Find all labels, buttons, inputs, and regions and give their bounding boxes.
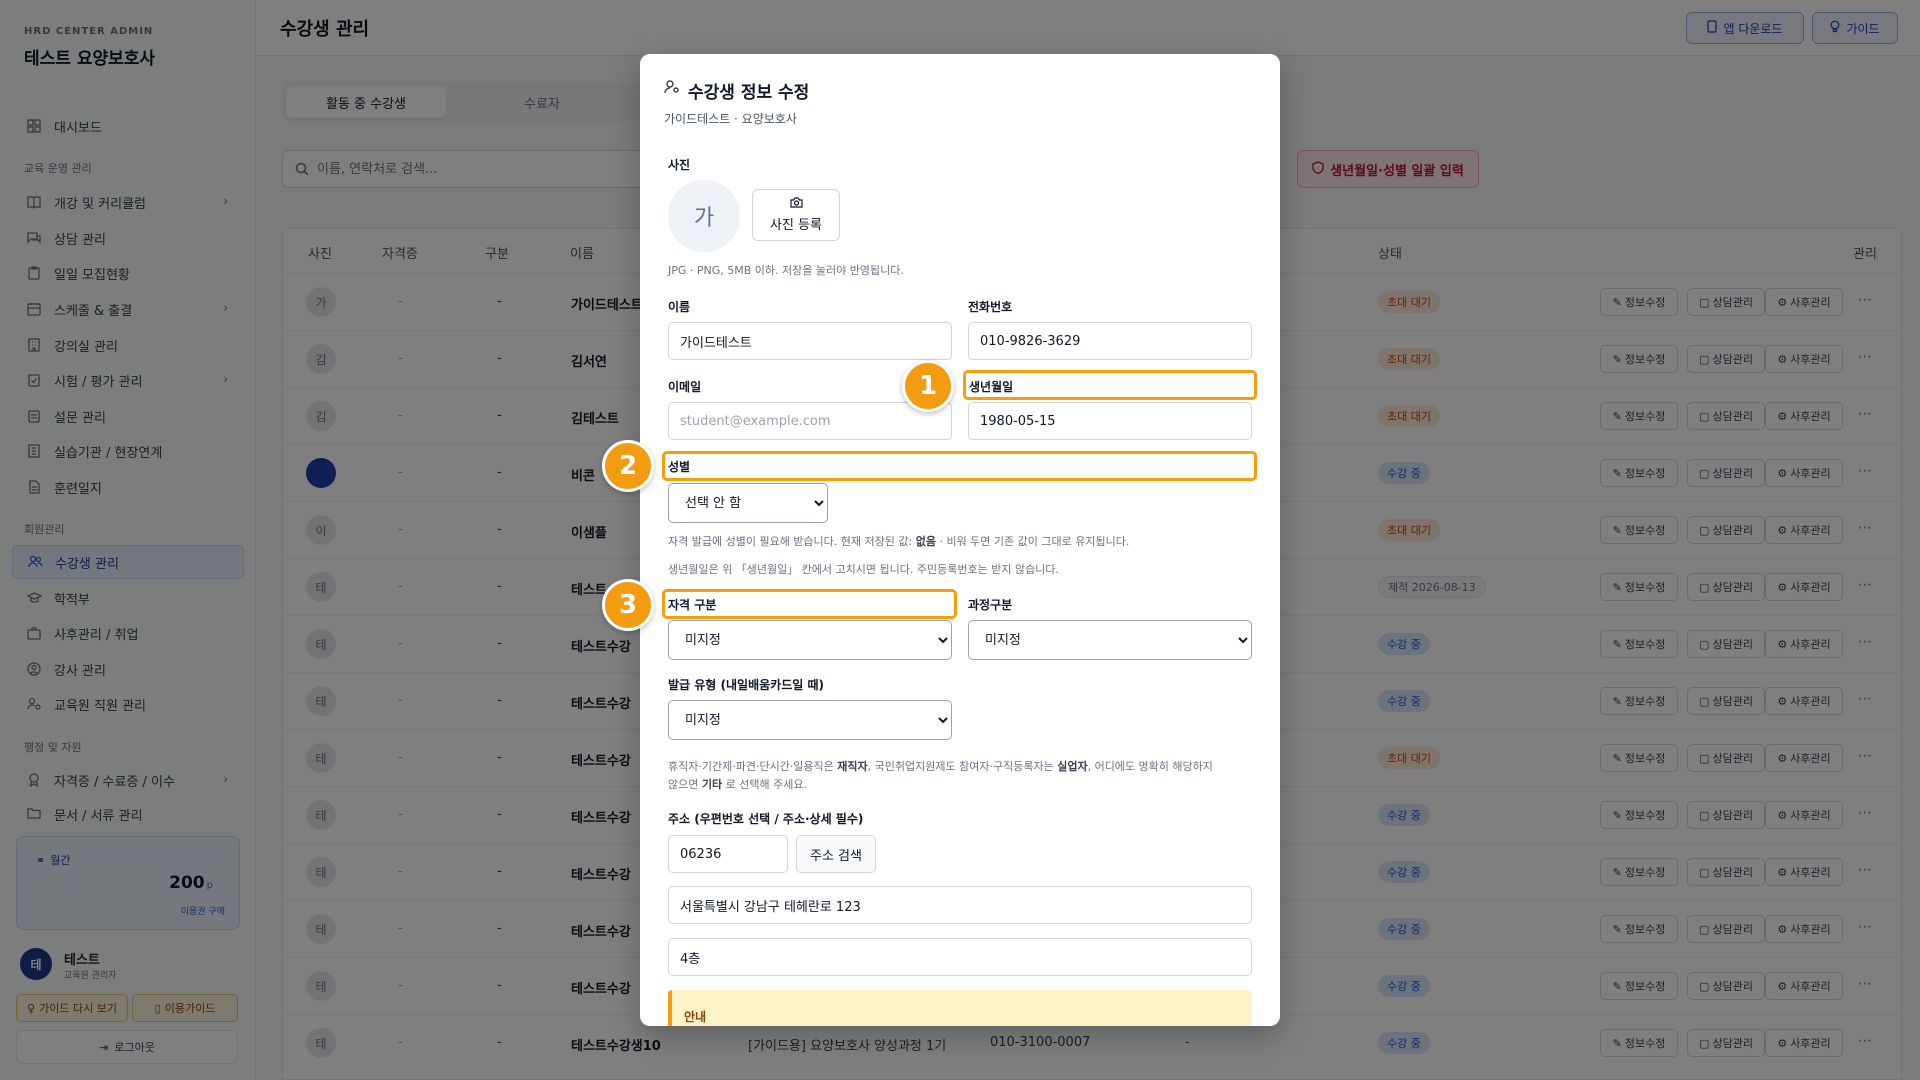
phone-input[interactable] [968, 322, 1252, 360]
highlight-gender [662, 451, 1257, 481]
name-label: 이름 [668, 300, 691, 314]
issue-type-select[interactable]: 미지정 [668, 700, 952, 740]
email-label: 이메일 [668, 380, 702, 394]
address-line1-input[interactable] [668, 886, 1252, 924]
issue-type-help: 휴직자·기간제·파견·단시간·일용직은 재직자, 국민취업지원제도 참여자·구직… [668, 760, 1213, 791]
edit-student-modal: 수강생 정보 수정 가이드테스트 · 요양보호사 사진 가 사진 등록 JPG … [640, 54, 1280, 1026]
zipcode-input[interactable] [668, 835, 788, 873]
gender-help: 자격 발급에 성별이 필요해 받습니다. 현재 저장된 값: 없음 · 비워 두… [668, 535, 1130, 548]
name-input[interactable] [668, 322, 952, 360]
photo-placeholder: 가 [668, 180, 740, 252]
notice-box: 안내 [668, 990, 1252, 1026]
step-marker-1: 1 [902, 360, 954, 412]
email-input[interactable] [668, 402, 952, 440]
course-type-label: 과정구분 [968, 598, 1013, 612]
modal-title: 수강생 정보 수정 [688, 83, 810, 103]
course-type-select[interactable]: 미지정 [968, 620, 1252, 660]
address-search-button[interactable]: 주소 검색 [796, 835, 876, 873]
photo-upload-button[interactable]: 사진 등록 [752, 189, 840, 241]
user-edit-icon [664, 79, 680, 99]
address-line2-input[interactable] [668, 938, 1252, 976]
gender-label: 성별 [668, 460, 691, 474]
photo-help: JPG · PNG, 5MB 이하. 저장을 눌러야 반영됩니다. [668, 264, 904, 277]
step-marker-2: 2 [602, 440, 654, 492]
license-type-select[interactable]: 미지정 [668, 620, 952, 660]
step-marker-3: 3 [602, 579, 654, 631]
license-type-label: 자격 구분 [668, 598, 717, 612]
modal-subtitle: 가이드테스트 · 요양보호사 [664, 112, 797, 126]
birth-input[interactable] [968, 402, 1252, 440]
phone-label: 전화번호 [968, 300, 1013, 314]
issue-type-label: 발급 유형 (내일배움카드일 때) [668, 678, 824, 692]
camera-icon [789, 197, 803, 212]
photo-label: 사진 [668, 158, 691, 172]
notice-title: 안내 [684, 1010, 707, 1024]
birth-label: 생년월일 [969, 380, 1014, 394]
birth-help: 생년월일은 위 「생년월일」 칸에서 고치시면 됩니다. 주민등록번호는 받지 … [668, 563, 1059, 576]
gender-select[interactable]: 선택 안 함 [668, 483, 828, 523]
address-label: 주소 (우편번호 선택 / 주소·상세 필수) [668, 812, 864, 826]
